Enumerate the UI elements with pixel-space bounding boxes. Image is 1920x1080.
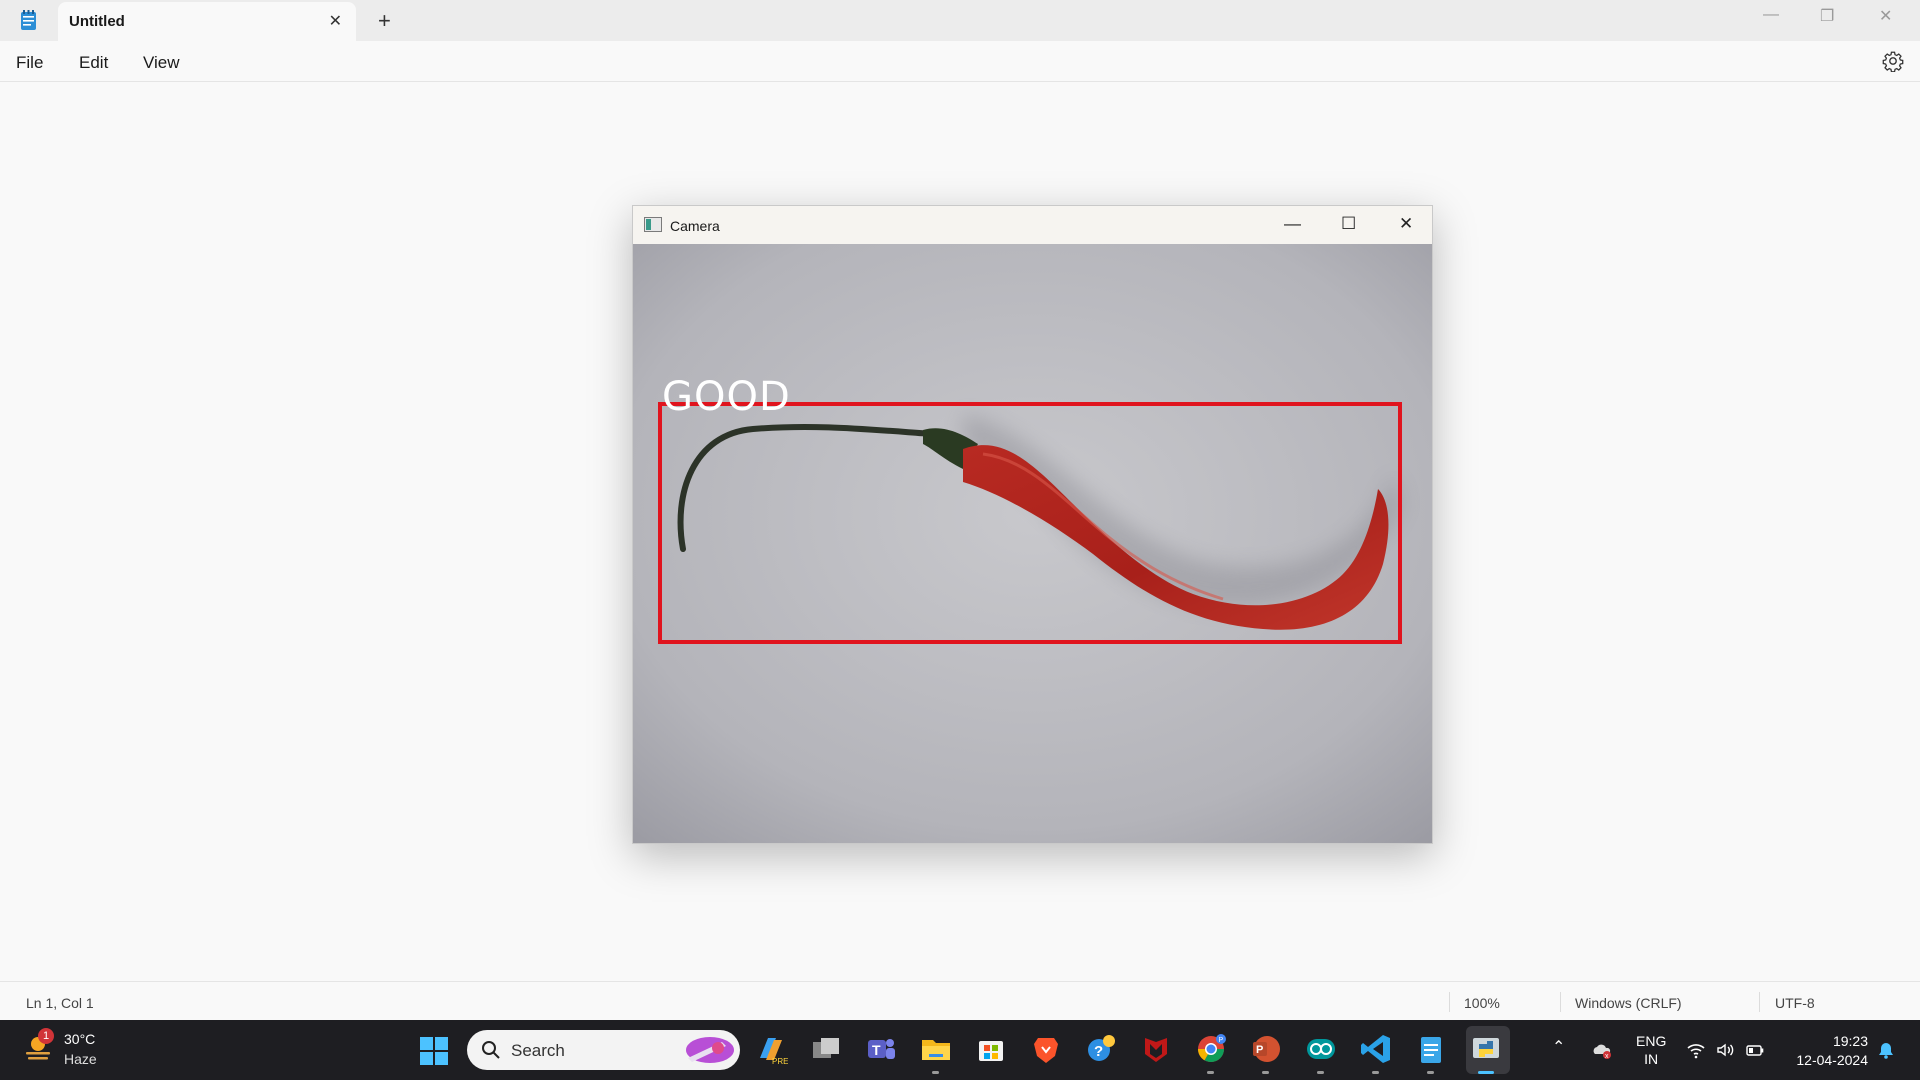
running-indicator [1207,1071,1214,1074]
menu-edit[interactable]: Edit [79,53,108,73]
menu-view[interactable]: View [143,53,180,73]
vscode-icon[interactable] [1359,1032,1393,1074]
mcafee-icon[interactable] [1139,1032,1173,1066]
tab-untitled[interactable]: Untitled ✕ [58,2,356,41]
copilot-icon[interactable]: PRE [754,1032,788,1066]
running-indicator [1427,1071,1434,1074]
camera-titlebar[interactable]: Camera — ☐ ✕ [633,206,1432,244]
camera-window-title: Camera [670,218,720,234]
svg-text:T: T [872,1042,881,1058]
status-bar: Ln 1, Col 1 100% Windows (CRLF) UTF-8 [0,981,1920,1019]
file-explorer-icon[interactable] [919,1032,953,1074]
system-clock[interactable]: 19:23 12-04-2024 [1784,1032,1868,1070]
camera-frame [633,244,1432,843]
encoding[interactable]: UTF-8 [1775,995,1815,1011]
close-tab-icon[interactable]: ✕ [329,11,342,31]
tab-title: Untitled [69,13,125,30]
notification-bell-icon[interactable] [1876,1040,1896,1060]
running-indicator [1372,1071,1379,1074]
camera-feed: GOOD [633,244,1432,843]
wifi-icon[interactable] [1686,1040,1706,1060]
detection-label: GOOD [662,374,791,420]
battery-icon[interactable] [1745,1040,1765,1060]
store-icon[interactable] [974,1032,1008,1066]
svg-text:P: P [1256,1044,1263,1056]
notepad-icon[interactable] [1414,1032,1448,1074]
settings-gear-icon[interactable] [1882,50,1904,72]
search-highlight-icon [686,1037,734,1063]
volume-icon[interactable] [1715,1040,1735,1060]
menu-bar: File Edit View [0,41,1920,82]
weather-temp: 30°C [64,1031,96,1047]
notepad-app-icon [21,10,36,30]
teams-icon[interactable]: T [864,1032,898,1066]
minimize-icon[interactable]: — [1763,6,1779,24]
running-indicator [1317,1071,1324,1074]
svg-text:PRE: PRE [772,1057,788,1066]
camera-window[interactable]: Camera — ☐ ✕ GOOD [632,205,1433,844]
cursor-position: Ln 1, Col 1 [26,995,94,1011]
quick-assist-icon[interactable]: ? [1084,1032,1118,1066]
active-indicator [1478,1071,1494,1074]
onedrive-error-icon[interactable]: x [1592,1040,1612,1060]
close-window-icon[interactable]: ✕ [1879,6,1892,26]
task-view-icon[interactable] [809,1032,843,1066]
taskbar-search[interactable]: Search [467,1030,740,1070]
zoom-level[interactable]: 100% [1464,995,1500,1011]
taskbar: 1 30°C Haze Search PRE T ? P P ⌃ x ENG I… [0,1020,1920,1080]
new-tab-button[interactable]: + [378,8,391,34]
restore-icon[interactable]: ❐ [1820,6,1834,26]
svg-text:?: ? [1094,1043,1103,1060]
line-ending[interactable]: Windows (CRLF) [1575,995,1682,1011]
region-code: IN [1644,1051,1659,1067]
clock-date: 12-04-2024 [1796,1052,1868,1068]
svg-text:P: P [1219,1037,1224,1044]
weather-condition: Haze [64,1051,97,1067]
camera-minimize-icon[interactable]: — [1284,214,1301,234]
arduino-icon[interactable] [1304,1032,1338,1074]
chevron-up-icon[interactable]: ⌃ [1552,1037,1572,1057]
language-code: ENG [1636,1033,1667,1049]
windows-start-icon[interactable] [419,1036,449,1066]
weather-alert-badge: 1 [38,1028,54,1044]
menu-file[interactable]: File [16,53,43,73]
brave-icon[interactable] [1029,1032,1063,1066]
camera-maximize-icon[interactable]: ☐ [1341,214,1356,234]
running-indicator [932,1071,939,1074]
python-icon[interactable] [1469,1032,1503,1074]
language-indicator[interactable]: ENG IN [1636,1032,1666,1068]
camera-app-icon [644,217,662,232]
clock-time: 19:23 [1832,1033,1868,1049]
svg-text:x: x [1605,1053,1609,1060]
running-indicator [1262,1071,1269,1074]
chrome-icon[interactable]: P [1194,1032,1228,1074]
camera-close-icon[interactable]: ✕ [1399,214,1413,234]
search-placeholder: Search [511,1041,565,1060]
powerpoint-icon[interactable]: P [1249,1032,1283,1074]
search-icon [482,1041,500,1059]
notepad-titlebar: Untitled ✕ + — ❐ ✕ [0,0,1920,41]
